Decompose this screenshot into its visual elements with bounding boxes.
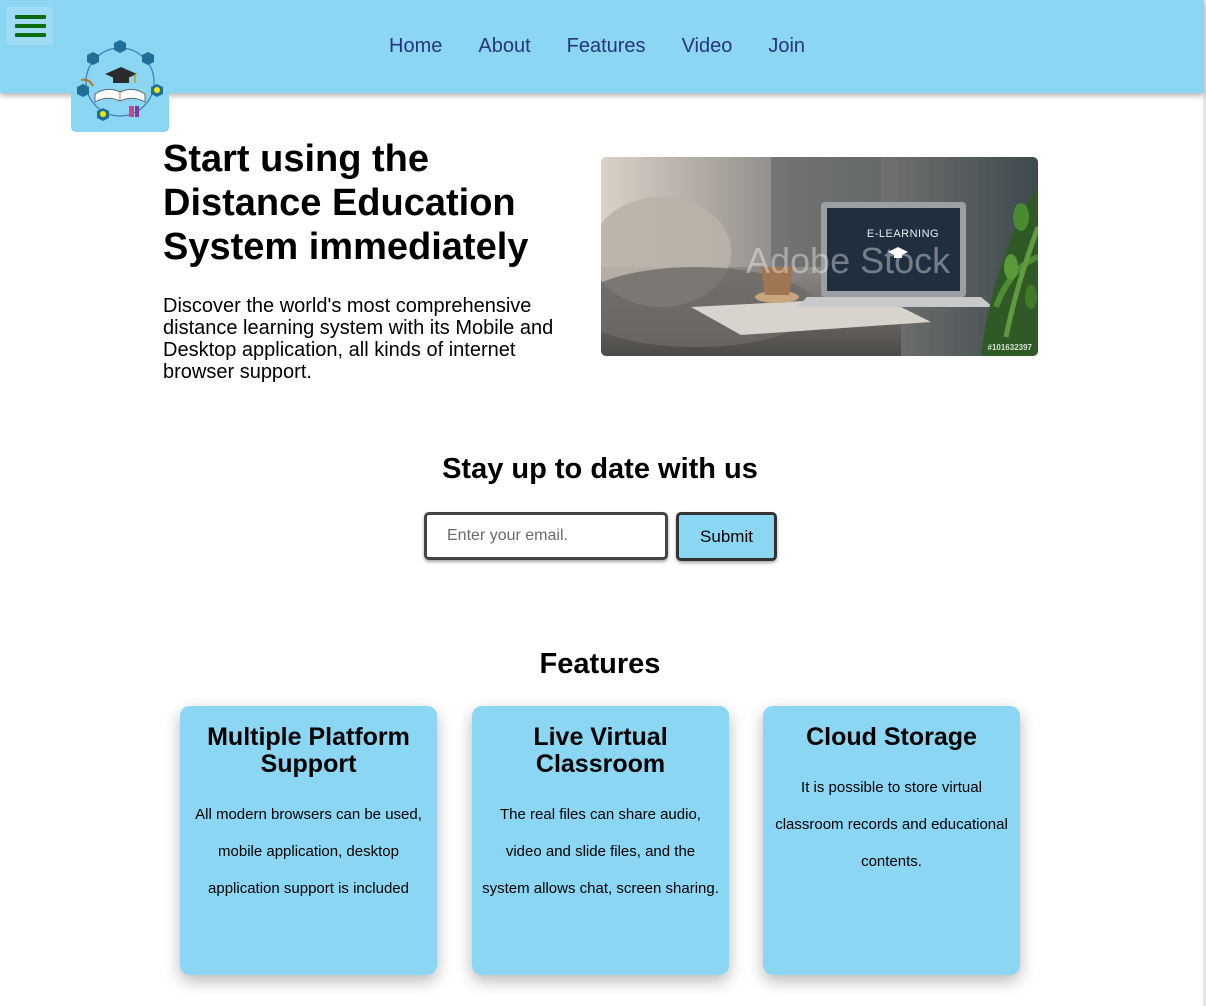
hero-image: E-LEARNING Adobe Stock #101632397	[601, 157, 1038, 356]
newsletter-title: Stay up to date with us	[442, 453, 758, 485]
features-title: Features	[539, 648, 661, 680]
hero-description: Discover the world's most comprehensive …	[163, 295, 554, 383]
submit-button[interactable]: Submit	[676, 512, 777, 561]
feature-card-live-classroom: Live Virtual Classroom The real files ca…	[472, 706, 729, 975]
nav-link-home[interactable]: Home	[389, 33, 442, 59]
feature-card-text: The real files can share audio, video an…	[482, 806, 719, 897]
menu-bar	[15, 33, 46, 37]
feature-card-multiple-platform: Multiple Platform Support All modern bro…	[180, 706, 437, 975]
feature-card-title: Live Virtual Classroom	[533, 723, 668, 778]
stock-id: #101632397	[987, 343, 1033, 352]
stock-watermark: Adobe Stock	[746, 240, 951, 281]
nav-link-video[interactable]: Video	[682, 33, 733, 59]
feature-card-title: Multiple Platform Support	[207, 723, 410, 778]
menu-bar	[15, 15, 46, 19]
hamburger-menu-icon[interactable]	[7, 7, 53, 45]
menu-bar	[15, 24, 46, 28]
nav-link-join[interactable]: Join	[768, 33, 805, 59]
hero-title: Start using the Distance Education Syste…	[163, 138, 529, 268]
laptop-screen-text: E-LEARNING	[866, 228, 940, 240]
nav-link-features[interactable]: Features	[567, 33, 646, 59]
nav-link-about[interactable]: About	[478, 33, 530, 59]
feature-card-text: All modern browsers can be used, mobile …	[195, 806, 422, 897]
main-nav: Home About Features Video Join	[371, 33, 823, 59]
page: Home About Features Video Join Start usi…	[0, 0, 1206, 1006]
top-navbar: Home About Features Video Join	[0, 0, 1204, 93]
feature-card-cloud-storage: Cloud Storage It is possible to store vi…	[763, 706, 1020, 975]
education-logo-icon[interactable]	[71, 34, 169, 132]
email-input[interactable]	[424, 512, 668, 560]
feature-card-title: Cloud Storage	[806, 723, 977, 751]
feature-card-text: It is possible to store virtual classroo…	[775, 779, 1008, 870]
